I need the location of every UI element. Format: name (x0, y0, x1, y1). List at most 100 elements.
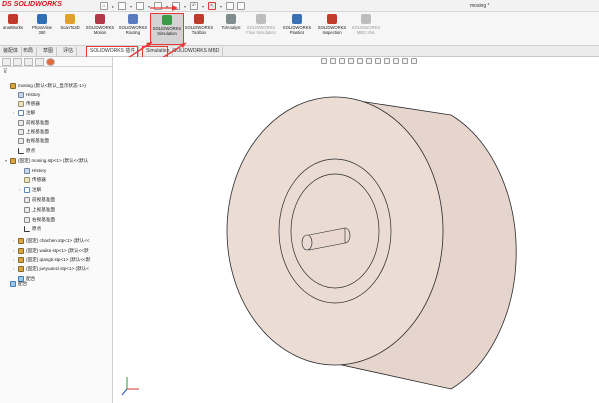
feature-tree: mosing (默认<默认_显示状态-1>) History 传感器 › 注解 前视基准面… (0, 77, 113, 397)
tree-item-label: (固定) jueyuanzi.stp<1> (默认< (26, 265, 89, 271)
tree-item[interactable]: 前视基准面 (19, 195, 55, 204)
tree-item[interactable]: 配合 (5, 279, 27, 288)
tab-1[interactable]: 布局 (20, 47, 38, 56)
options-icon[interactable] (237, 2, 245, 10)
expand-toggle-icon[interactable]: › (19, 187, 22, 192)
ribbon-command-label: SOLIDWORKS Motion (85, 25, 115, 35)
plane-icon (18, 128, 24, 135)
tree-item[interactable]: History (19, 166, 46, 175)
tree-item[interactable]: › 注解 (13, 108, 35, 117)
part-icon (18, 247, 24, 254)
tab-3[interactable]: 评估 (60, 47, 78, 56)
tree-item[interactable]: 上视基准面 (19, 205, 55, 214)
ribbon-command-4[interactable]: SOLIDWORKS Routing (118, 13, 148, 45)
chevron-down-icon[interactable]: ▾ (183, 4, 187, 9)
ribbon-command-9[interactable]: SOLIDWORKS Plastics (280, 13, 314, 45)
tab-6[interactable]: SOLIDWORKS MBD (170, 47, 224, 56)
expand-toggle-icon[interactable]: › (13, 110, 16, 115)
ribbon-command-2[interactable]: ScanTo3D (57, 13, 83, 45)
ribbon-command-0[interactable]: anatWorks (0, 13, 26, 45)
plane-icon (24, 216, 30, 223)
expand-toggle-icon[interactable]: › (13, 266, 16, 271)
tree-item[interactable]: mosing (默认<默认_显示状态-1>) (5, 81, 86, 90)
tab-0[interactable]: 装配体 (0, 47, 23, 56)
ribbon-command-3[interactable]: SOLIDWORKS Motion (85, 13, 115, 45)
appearance-tab-icon[interactable] (46, 58, 55, 66)
tree-item-label: 原点 (32, 225, 42, 231)
scanto3d-icon (65, 14, 75, 24)
origin-icon (18, 147, 24, 154)
arrow-icon[interactable]: ▸ (111, 4, 115, 9)
shaft-end-face[interactable] (301, 234, 313, 251)
ribbon-command-6[interactable]: SOLIDWORKS Toolbox (184, 13, 214, 45)
tree-item[interactable]: 上视基准面 (13, 127, 49, 136)
ribbon-command-8[interactable]: SOLIDWORKS Flow Simulation (244, 13, 278, 45)
tree-item[interactable]: History (13, 90, 40, 99)
filter-icon[interactable]: ⊽ (0, 67, 112, 76)
chevron-down-icon[interactable]: ▾ (129, 4, 133, 9)
tab-2[interactable]: 草图 (40, 47, 58, 56)
ribbon-command-label: SOLIDWORKS MBD SNL (351, 25, 381, 35)
tree-item[interactable]: › (固定) chachen.stp<1> (默认<< (13, 236, 90, 245)
open-icon[interactable] (136, 2, 144, 10)
expand-toggle-icon[interactable]: ▾ (5, 158, 8, 163)
select-pointer-icon[interactable]: ↖ (208, 2, 216, 10)
tree-item-label: 前视基准面 (26, 119, 49, 125)
assembly-icon (10, 82, 16, 89)
tree-item[interactable]: 右视基准面 (13, 136, 49, 145)
new-document-icon[interactable] (118, 2, 126, 10)
configuration-tab-icon[interactable] (24, 58, 33, 66)
ribbon-command-7[interactable]: TolAnalyst (218, 13, 244, 45)
ribbon-command-label: SOLIDWORKS Inspection (317, 25, 347, 35)
dimxpert-tab-icon[interactable] (35, 58, 44, 66)
toolbox-icon (194, 14, 204, 24)
chevron-down-icon[interactable]: ▾ (219, 4, 223, 9)
tree-item[interactable]: 原点 (13, 146, 35, 155)
tree-item[interactable]: ▾ (固定) mosing.stp<1> (默认<<默认 (5, 156, 88, 165)
chevron-down-icon[interactable]: ▾ (165, 4, 169, 9)
feature-manager-panel: ⊽ mosing (默认<默认_显示状态-1>) History 传感器 › 注解 前视基… (0, 57, 113, 403)
tree-item-label: 前视基准面 (32, 196, 55, 202)
part-icon (18, 237, 24, 244)
tree-item[interactable]: 前视基准面 (13, 118, 49, 127)
annotation-icon (24, 186, 30, 193)
ribbon-command-10[interactable]: SOLIDWORKS Inspection (316, 13, 348, 45)
command-manager: anatWorks PhotoView 360 ScanTo3D SOLIDWORKS… (0, 12, 599, 46)
tree-item[interactable]: › (固定) jueyuanzi.stp<1> (默认< (13, 264, 89, 273)
ribbon-command-label: SOLIDWORKS Routing (118, 25, 148, 35)
ribbon-command-5[interactable]: SOLIDWORKS Simulation (150, 13, 184, 45)
tree-item[interactable]: › (固定) qiangti.stp<1> (默认<<默 (13, 255, 90, 264)
chevron-down-icon[interactable]: ▾ (201, 4, 205, 9)
expand-toggle-icon[interactable]: › (13, 238, 16, 243)
tree-item[interactable]: 右视基准面 (19, 215, 55, 224)
print-icon[interactable] (172, 2, 180, 10)
ribbon-command-1[interactable]: PhotoView 360 (29, 13, 55, 45)
tree-item-label: 注解 (26, 109, 36, 115)
tree-item-label: (固定) mosing.stp<1> (默认<<默认 (18, 157, 89, 163)
tree-item-label: (固定) chachen.stp<1> (默认<< (26, 237, 90, 243)
ribbon-command-11[interactable]: SOLIDWORKS MBD SNL (349, 13, 383, 45)
plane-icon (24, 206, 30, 213)
expand-toggle-icon[interactable]: › (13, 248, 16, 253)
home-icon[interactable]: ⌂ (100, 2, 108, 10)
ribbon-command-label: SOLIDWORKS Flow Simulation (246, 25, 276, 35)
expand-toggle-icon[interactable]: › (13, 257, 16, 262)
undo-icon[interactable]: ↶ (190, 2, 198, 10)
save-icon[interactable] (154, 2, 162, 10)
panel-tabs (0, 57, 112, 67)
graphics-viewport[interactable] (113, 57, 599, 403)
tree-item[interactable]: › 注解 (19, 185, 41, 194)
chevron-down-icon[interactable]: ▾ (147, 4, 151, 9)
rebuild-icon[interactable] (226, 2, 234, 10)
solidworks-logo-text: SOLIDWORKS (13, 1, 62, 8)
tree-item[interactable]: 传感器 (19, 175, 46, 184)
tree-item[interactable]: 传感器 (13, 99, 40, 108)
property-manager-tab-icon[interactable] (13, 58, 22, 66)
model-view[interactable] (113, 57, 599, 403)
photoview-icon (37, 14, 47, 24)
tree-item[interactable]: › (固定) waike.stp<1> (默认<<默 (13, 246, 89, 255)
tree-item[interactable]: 原点 (19, 224, 41, 233)
feature-tree-tab-icon[interactable] (2, 58, 11, 66)
tree-item-label: 注解 (32, 186, 42, 192)
motion-icon (95, 14, 105, 24)
